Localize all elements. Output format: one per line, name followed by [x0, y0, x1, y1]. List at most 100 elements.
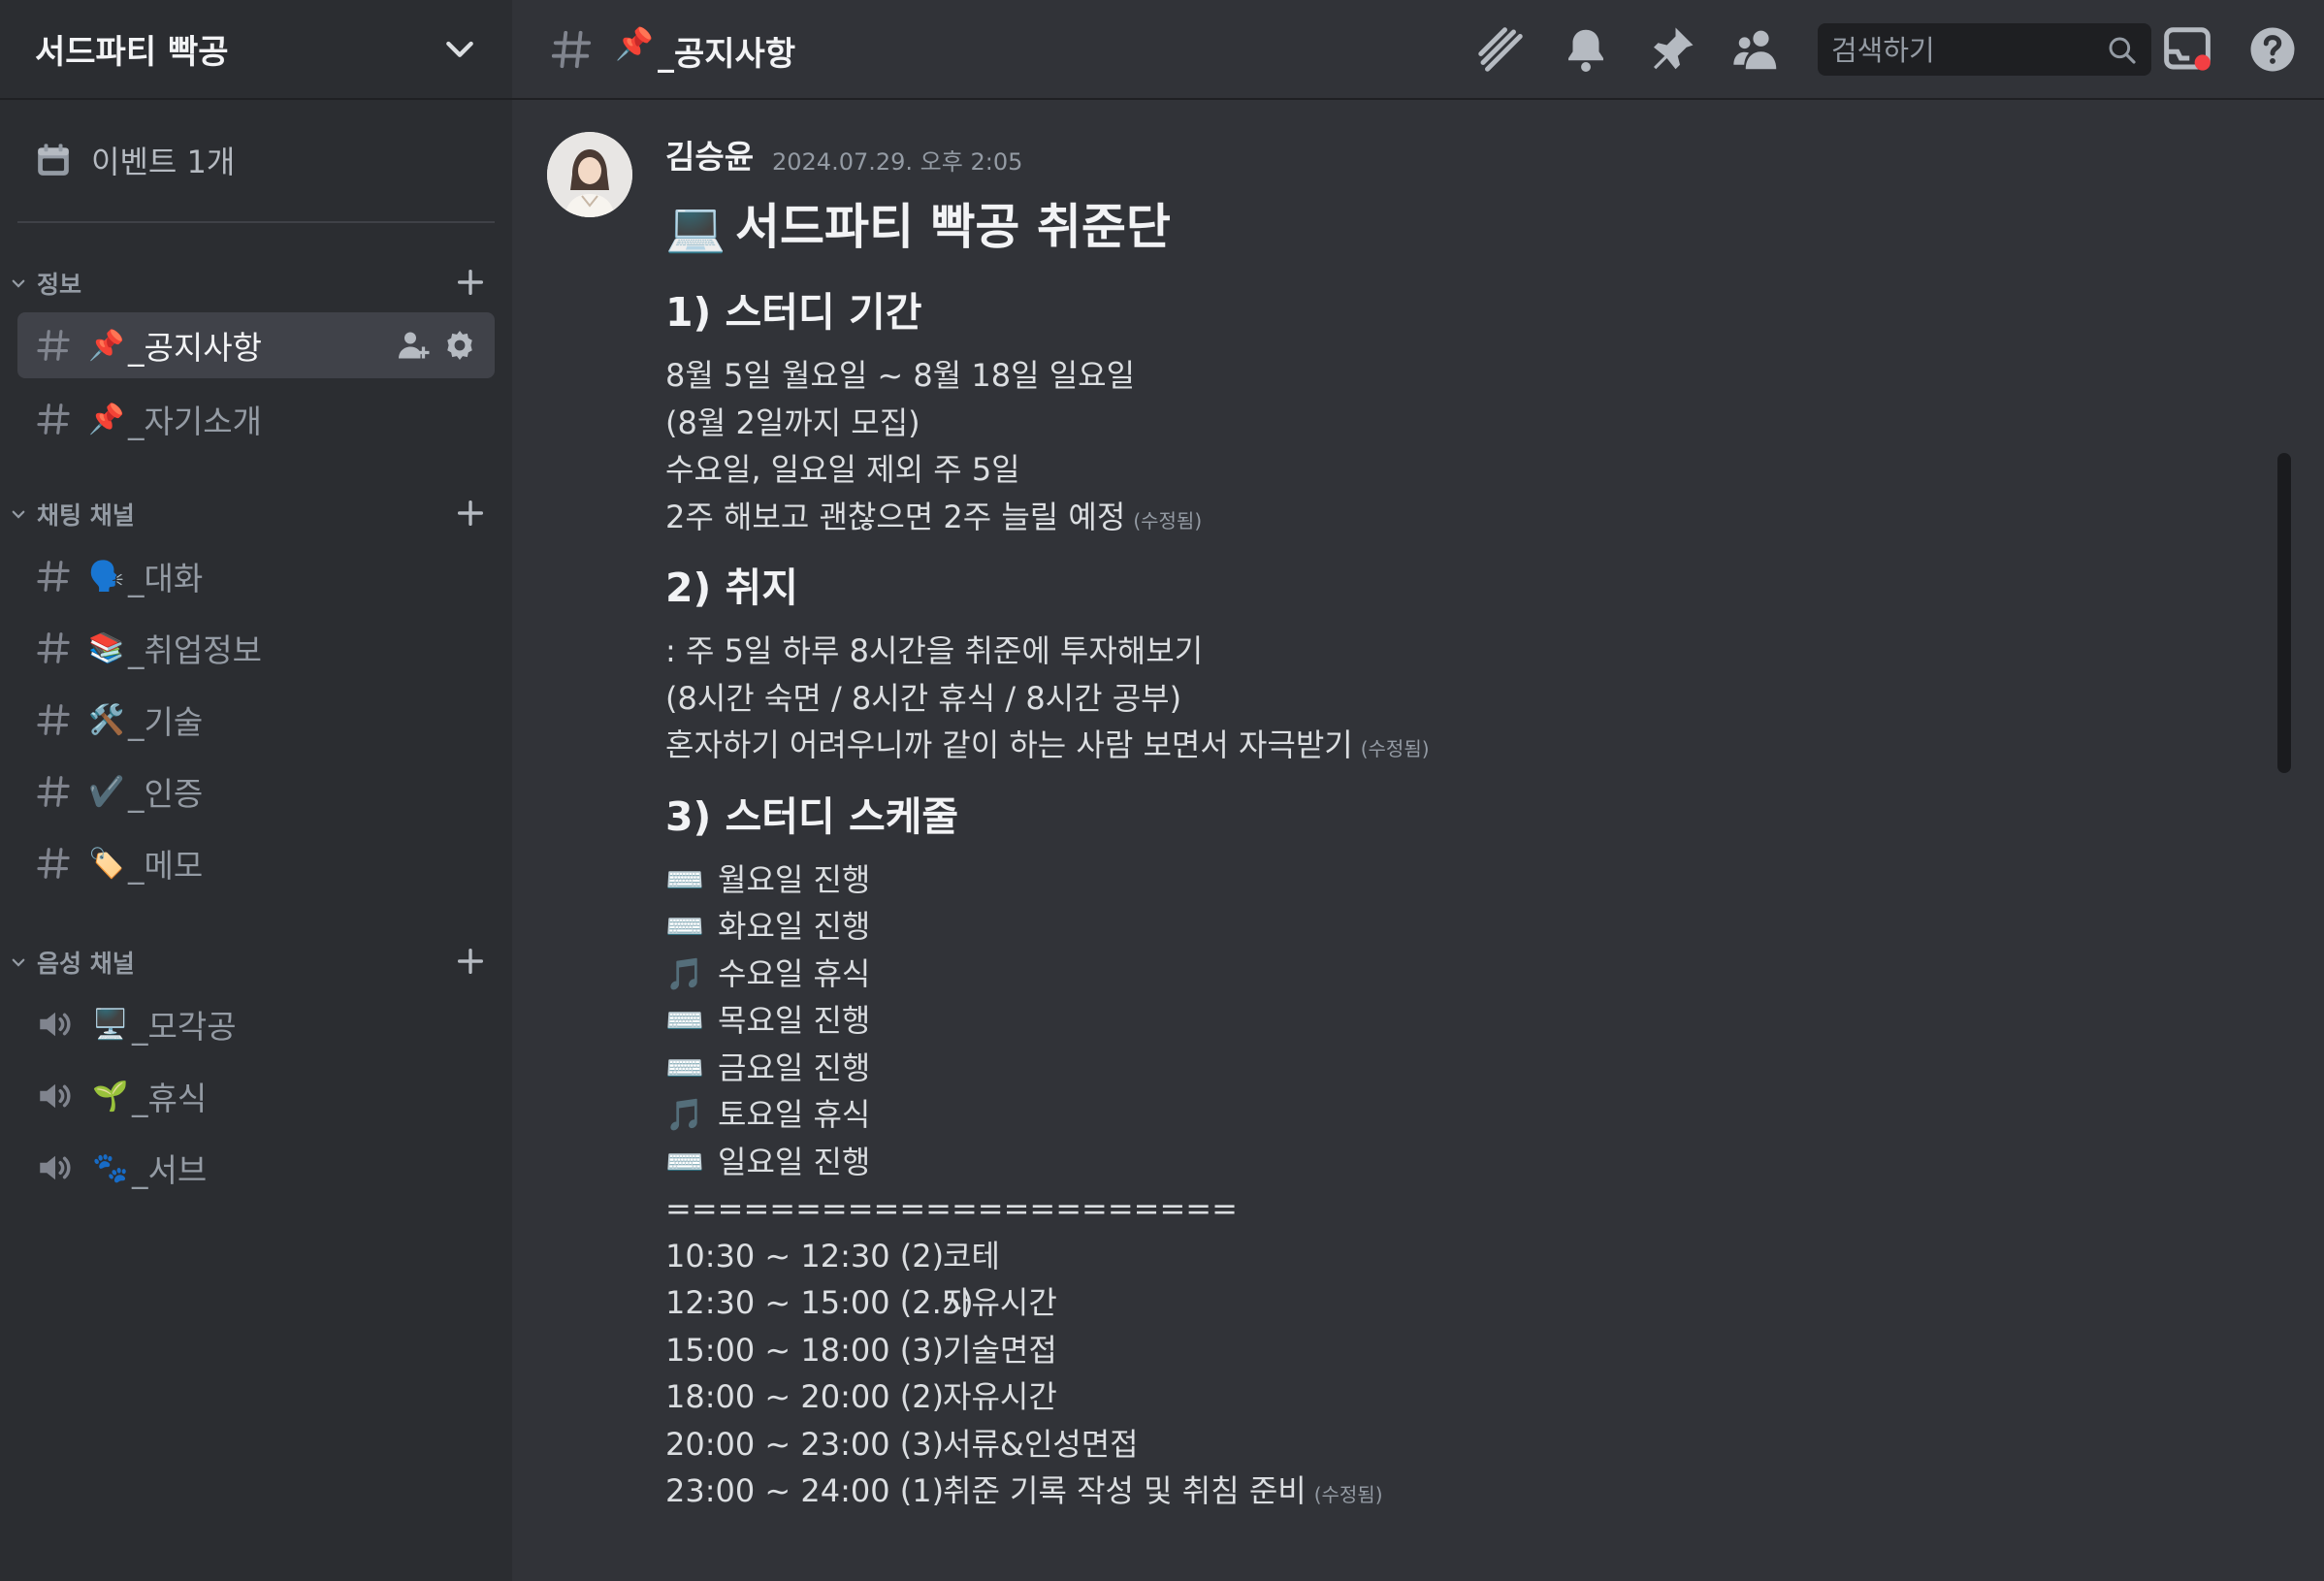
chevron-down-icon — [446, 41, 473, 57]
threads-icon[interactable] — [1474, 23, 1527, 76]
schedule-time: 20:00 ~ 23:00 (3) — [665, 1425, 945, 1463]
category-label: 정보 — [37, 271, 82, 299]
tools-emoji: 🛠️ — [88, 702, 125, 737]
day-text: 수요일 휴식 — [718, 954, 871, 992]
calendar-icon — [38, 144, 69, 176]
avatar[interactable] — [547, 132, 632, 217]
paw-prints-emoji: 🐾 — [92, 1150, 129, 1185]
add-channel-icon[interactable] — [454, 945, 487, 978]
add-channel-icon[interactable] — [454, 266, 487, 299]
line-text: 혼자하기 어려우니까 같이 하는 사람 보면서 자극받기 — [665, 726, 1353, 763]
channel-notice[interactable]: 📌 _공지사항 — [17, 312, 495, 378]
text-line: 혼자하기 어려우니까 같이 하는 사람 보면서 자극받기 (수정됨) — [665, 722, 2256, 769]
schedule-task: 자유시간 — [943, 1378, 1057, 1415]
seedling-emoji: 🌱 — [92, 1079, 129, 1113]
voice-channel-rest[interactable]: 🌱 _휴식 — [17, 1063, 495, 1129]
pin-icon[interactable] — [1645, 23, 1697, 76]
label-emoji: 🏷️ — [88, 846, 125, 881]
schedule-time: 18:00 ~ 20:00 (2) — [665, 1378, 945, 1415]
search-input[interactable] — [1818, 23, 2105, 78]
inbox-icon[interactable] — [2161, 23, 2213, 76]
channel-name: _휴식 — [132, 1080, 208, 1117]
chevron-down-icon — [12, 279, 25, 288]
channel-chat[interactable]: 🗣️ _대화 — [17, 543, 495, 609]
edited-label: (수정됨) — [1360, 737, 1430, 760]
schedule-day: ⌨️ 일요일 진행 — [665, 1139, 2256, 1186]
search-box[interactable] — [1818, 23, 2151, 78]
schedule-day: 🎵 수요일 휴식 — [665, 951, 2256, 998]
channel-name: _공지사항 — [128, 329, 262, 367]
scrollbar-thumb[interactable] — [2277, 453, 2291, 773]
channel-name: _모각공 — [132, 1008, 237, 1046]
hashtag-icon — [37, 330, 70, 361]
channel-tech[interactable]: 🛠️ _기술 — [17, 687, 495, 753]
avatar-image — [547, 132, 632, 217]
schedule-day: ⌨️ 목요일 진행 — [665, 997, 2256, 1045]
category-label: 음성 채널 — [37, 950, 135, 978]
keyboard-emoji: ⌨️ — [665, 1143, 704, 1180]
channel-memo[interactable]: 🏷️ _메모 — [17, 830, 495, 896]
schedule-time: 23:00 ~ 24:00 (1) — [665, 1472, 945, 1509]
channel-title: _공지사항 — [658, 35, 796, 74]
create-invite-icon[interactable] — [396, 328, 431, 363]
books-emoji: 📚 — [88, 630, 125, 665]
day-text: 목요일 진행 — [718, 1002, 871, 1039]
schedule-day: ⌨️ 월요일 진행 — [665, 856, 2256, 904]
voice-channel-sub[interactable]: 🐾 _서브 — [17, 1135, 495, 1201]
server-header[interactable]: 서드파티 빡공 — [0, 0, 512, 100]
channel-name: _메모 — [128, 847, 204, 885]
schedule-day: 🎵 토요일 휴식 — [665, 1091, 2256, 1139]
message-title: 💻 서드파티 빡공 취준단 — [665, 189, 2256, 265]
schedule-day: ⌨️ 금요일 진행 — [665, 1045, 2256, 1092]
help-icon[interactable] — [2246, 23, 2299, 76]
search-icon — [2109, 37, 2136, 64]
gear-icon[interactable] — [442, 328, 477, 363]
hashtag-icon — [37, 704, 70, 735]
day-text: 금요일 진행 — [718, 1049, 871, 1086]
section-heading: 3) 스터디 스케줄 — [665, 792, 959, 840]
title-text: 서드파티 빡공 취준단 — [735, 199, 1171, 255]
schedule-task: 서류&인성면접 — [943, 1425, 1139, 1463]
bell-icon[interactable] — [1560, 23, 1612, 76]
events-button[interactable]: 이벤트 1개 — [35, 136, 235, 184]
category-info[interactable]: 정보 — [10, 262, 504, 305]
speaker-icon — [40, 1083, 71, 1109]
keyboard-emoji: ⌨️ — [665, 1002, 704, 1039]
schedule-task: 기술면접 — [943, 1331, 1057, 1369]
voice-channel-study[interactable]: 🖥️ _모각공 — [17, 991, 495, 1057]
channel-name: _인증 — [128, 775, 204, 813]
hashtag-icon — [37, 403, 70, 435]
events-label: 이벤트 1개 — [91, 144, 236, 180]
music-note-emoji: 🎵 — [665, 1096, 704, 1133]
pin-emoji: 📌 — [88, 328, 125, 363]
channel-job-info[interactable]: 📚 _취업정보 — [17, 615, 495, 681]
member-list-icon[interactable] — [1730, 23, 1783, 76]
keyboard-emoji: ⌨️ — [665, 908, 704, 945]
sidebar-divider — [17, 221, 495, 223]
chevron-down-icon — [12, 958, 25, 967]
channel-verify[interactable]: ✔️ _인증 — [17, 758, 495, 824]
schedule-row: 18:00 ~ 20:00 (2)자유시간 — [665, 1373, 2256, 1421]
category-label: 채팅 채널 — [37, 501, 135, 530]
channel-name: _자기소개 — [128, 403, 262, 440]
speaker-icon — [40, 1155, 71, 1180]
keyboard-emoji: ⌨️ — [665, 860, 704, 898]
edited-label: (수정됨) — [1133, 508, 1203, 532]
schedule-row: 12:30 ~ 15:00 (2.5)자유시간 — [665, 1279, 2256, 1327]
add-channel-icon[interactable] — [454, 497, 487, 530]
text-line: : 주 5일 하루 8시간을 취준에 투자해보기 — [665, 632, 1204, 669]
edited-label: (수정됨) — [1313, 1483, 1383, 1506]
text-line: 수요일, 일요일 제외 주 5일 — [665, 451, 1020, 488]
schedule-task: 코테 — [943, 1237, 1000, 1274]
text-line: (8시간 숙면 / 8시간 휴식 / 8시간 공부) — [665, 679, 1182, 717]
text-line: 2주 해보고 괜찮으면 2주 늘릴 예정 (수정됨) — [665, 494, 2256, 541]
message-author[interactable]: 김승윤 — [665, 131, 754, 177]
message-list: 김승윤 2024.07.29. 오후 2:05 💻 서드파티 빡공 취준단 1)… — [512, 100, 2297, 1581]
hashtag-icon — [37, 776, 70, 807]
speaking-head-emoji: 🗣️ — [88, 559, 125, 594]
category-text[interactable]: 채팅 채널 — [10, 493, 504, 535]
hashtag-icon — [37, 561, 70, 592]
category-voice[interactable]: 음성 채널 — [10, 941, 504, 984]
channel-intro[interactable]: 📌 _자기소개 — [17, 386, 495, 452]
section-heading: 1) 스터디 기간 — [665, 289, 922, 336]
